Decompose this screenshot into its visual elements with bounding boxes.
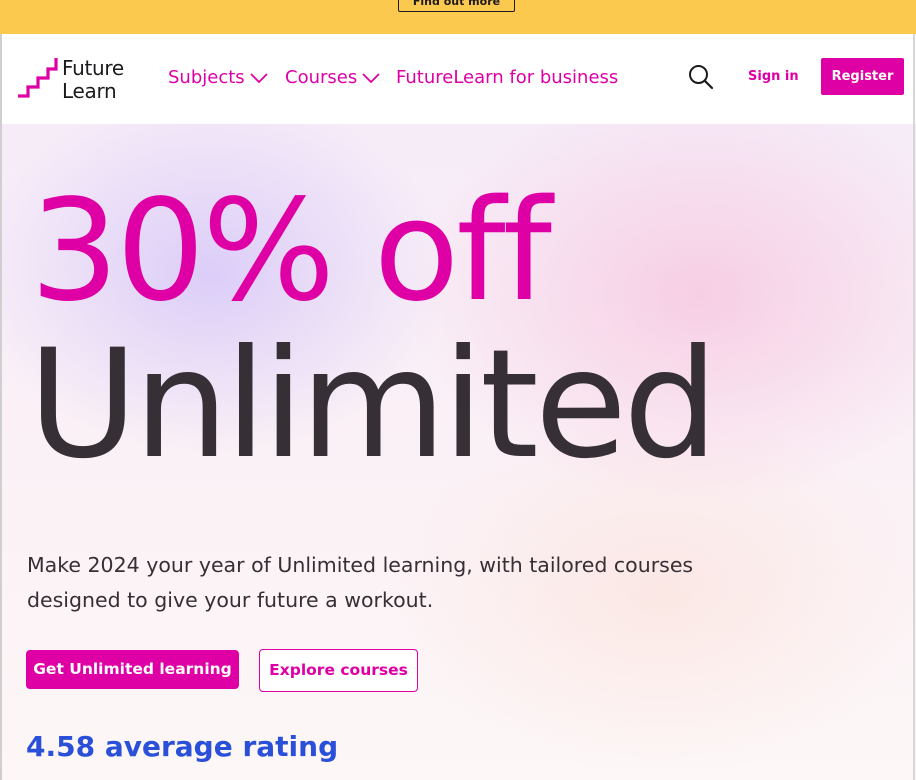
- logo-line-1: Future: [62, 56, 124, 80]
- window-left-edge: [0, 34, 2, 780]
- average-rating: 4.58 average rating: [26, 730, 339, 763]
- nav-business-label: FutureLearn for business: [396, 67, 619, 88]
- hero-description: Make 2024 your year of Unlimited learnin…: [27, 553, 694, 612]
- hero-headline-offer: 30% off: [30, 170, 552, 333]
- find-out-more-button[interactable]: Find out more: [398, 0, 515, 12]
- sign-in-link[interactable]: Sign in: [748, 69, 799, 84]
- nav-courses-label: Courses: [285, 67, 358, 88]
- promo-banner: Find out more: [0, 0, 916, 34]
- search-icon[interactable]: [688, 64, 714, 90]
- register-button[interactable]: Register: [821, 58, 904, 95]
- chevron-down-icon: [250, 73, 268, 84]
- nav-futurelearn-for-business[interactable]: FutureLearn for business: [396, 67, 618, 88]
- hero-headline-product: Unlimited: [28, 318, 718, 492]
- logo-wordmark: Future Learn: [62, 57, 124, 103]
- chevron-down-icon: [362, 73, 380, 84]
- hero-section: 30% off Unlimited Make 2024 your year of…: [0, 124, 916, 780]
- nav-subjects[interactable]: Subjects: [168, 67, 268, 88]
- window-right-edge: [913, 34, 915, 780]
- get-unlimited-learning-button[interactable]: Get Unlimited learning: [26, 650, 239, 689]
- explore-courses-button[interactable]: Explore courses: [259, 649, 418, 692]
- logo-line-2: Learn: [62, 79, 117, 103]
- nav-courses[interactable]: Courses: [285, 67, 380, 88]
- site-header: Future Learn Subjects Courses FutureLear…: [0, 34, 916, 124]
- logo-stairs-icon: [18, 58, 58, 98]
- futurelearn-logo[interactable]: Future Learn: [16, 57, 136, 103]
- nav-subjects-label: Subjects: [168, 67, 245, 88]
